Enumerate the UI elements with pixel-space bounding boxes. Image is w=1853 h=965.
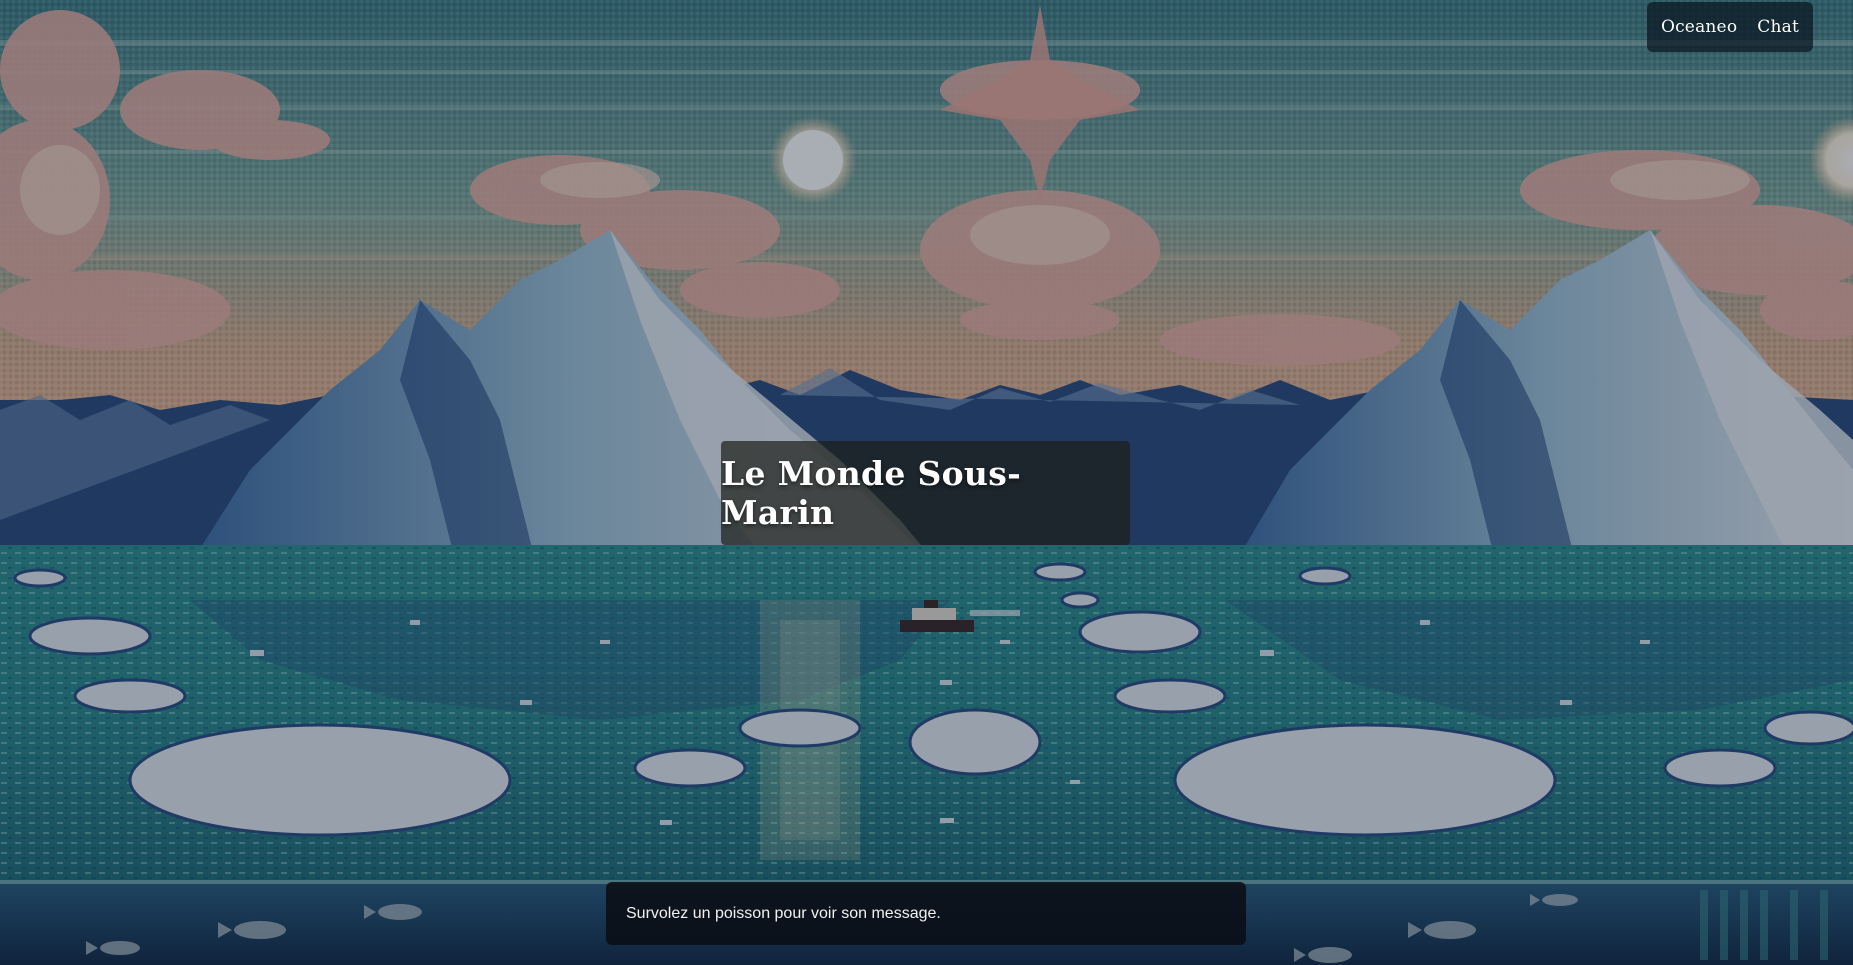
nav-link-oceaneo[interactable]: Oceaneo — [1661, 17, 1737, 37]
title-box: Le Monde Sous-Marin — [721, 441, 1130, 545]
fish-message-bar: Survolez un poisson pour voir son messag… — [606, 882, 1246, 945]
fish-message-text: Survolez un poisson pour voir son messag… — [626, 904, 941, 922]
top-nav: Oceaneo Chat — [1646, 2, 1813, 52]
page-title: Le Monde Sous-Marin — [721, 454, 1022, 532]
nav-link-chat[interactable]: Chat — [1757, 17, 1799, 37]
